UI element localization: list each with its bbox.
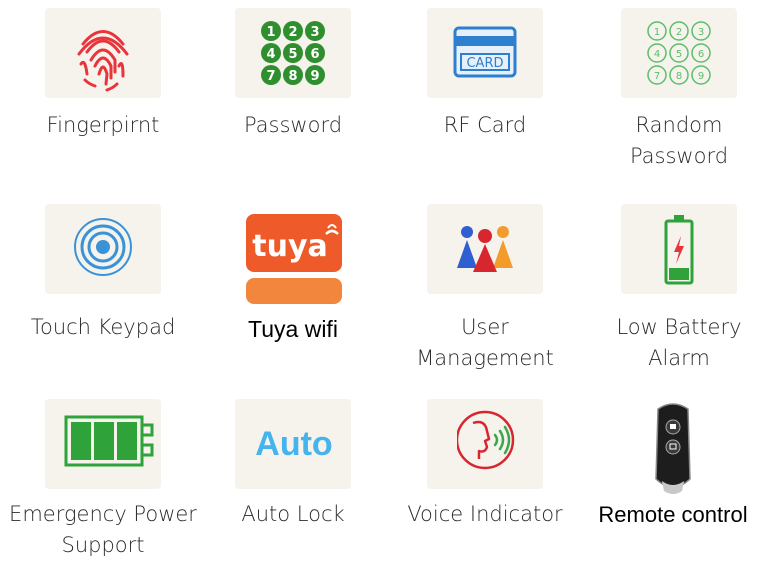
feature-label-line1: Random <box>635 113 723 137</box>
keypad-digit: 7 <box>654 71 660 82</box>
keypad-digit: 5 <box>676 49 682 60</box>
feature-label-line2: Password <box>629 144 729 168</box>
feature-label: Tuya wifi <box>248 316 338 342</box>
feature-label-line1: Emergency Power <box>9 502 197 526</box>
feature-label-line1: User <box>461 315 509 339</box>
emergency-battery-icon <box>64 415 154 467</box>
feature-label: Password <box>243 113 343 137</box>
auto-logo-text: Auto <box>255 425 332 463</box>
keypad-digit: 4 <box>266 47 275 62</box>
random-keypad-icon: 1 2 3 4 5 6 7 8 9 <box>647 21 711 85</box>
number-keypad-icon: 1 2 3 4 5 6 7 8 9 <box>261 21 325 85</box>
feature-label-line2: Management <box>416 346 554 370</box>
fingerprint-icon <box>77 30 129 92</box>
feature-label-line1: Low Battery <box>616 315 742 339</box>
keypad-digit: 1 <box>654 27 660 38</box>
feature-label: RF Card <box>443 113 527 137</box>
keypad-digit: 3 <box>310 25 319 40</box>
keypad-digit: 2 <box>288 25 297 40</box>
touch-keypad-icon <box>74 218 132 276</box>
keypad-digit: 5 <box>288 47 297 62</box>
feature-label: Touch Keypad <box>30 315 176 339</box>
keypad-digit: 7 <box>266 69 275 84</box>
keypad-digit: 9 <box>698 71 704 82</box>
keypad-digit: 4 <box>654 49 660 60</box>
tuya-logo-text: tuya <box>252 229 328 264</box>
keypad-digit: 6 <box>310 47 319 62</box>
card-text: CARD <box>466 56 503 71</box>
user-group-icon <box>457 226 513 272</box>
auto-lock-icon: Auto <box>255 425 332 463</box>
voice-indicator-icon <box>457 410 515 470</box>
feature-label-line2: Alarm <box>648 346 710 370</box>
feature-label: Remote control <box>598 502 748 527</box>
keypad-digit: 6 <box>698 49 704 60</box>
rf-card-icon: CARD <box>453 26 517 78</box>
keypad-digit: 1 <box>266 25 275 40</box>
tuya-logo-icon: tuya <box>246 214 342 304</box>
keypad-digit: 8 <box>676 71 682 82</box>
feature-label: Auto Lock <box>241 502 345 526</box>
low-battery-icon <box>664 215 694 285</box>
keypad-digit: 8 <box>288 69 297 84</box>
remote-fob-icon <box>655 403 691 494</box>
keypad-digit: 2 <box>676 27 682 38</box>
feature-label-line2: Support <box>61 533 145 557</box>
keypad-digit: 9 <box>310 69 319 84</box>
feature-label: Fingerpirnt <box>46 113 160 137</box>
feature-label: Voice Indicator <box>407 502 563 526</box>
keypad-digit: 3 <box>698 27 704 38</box>
